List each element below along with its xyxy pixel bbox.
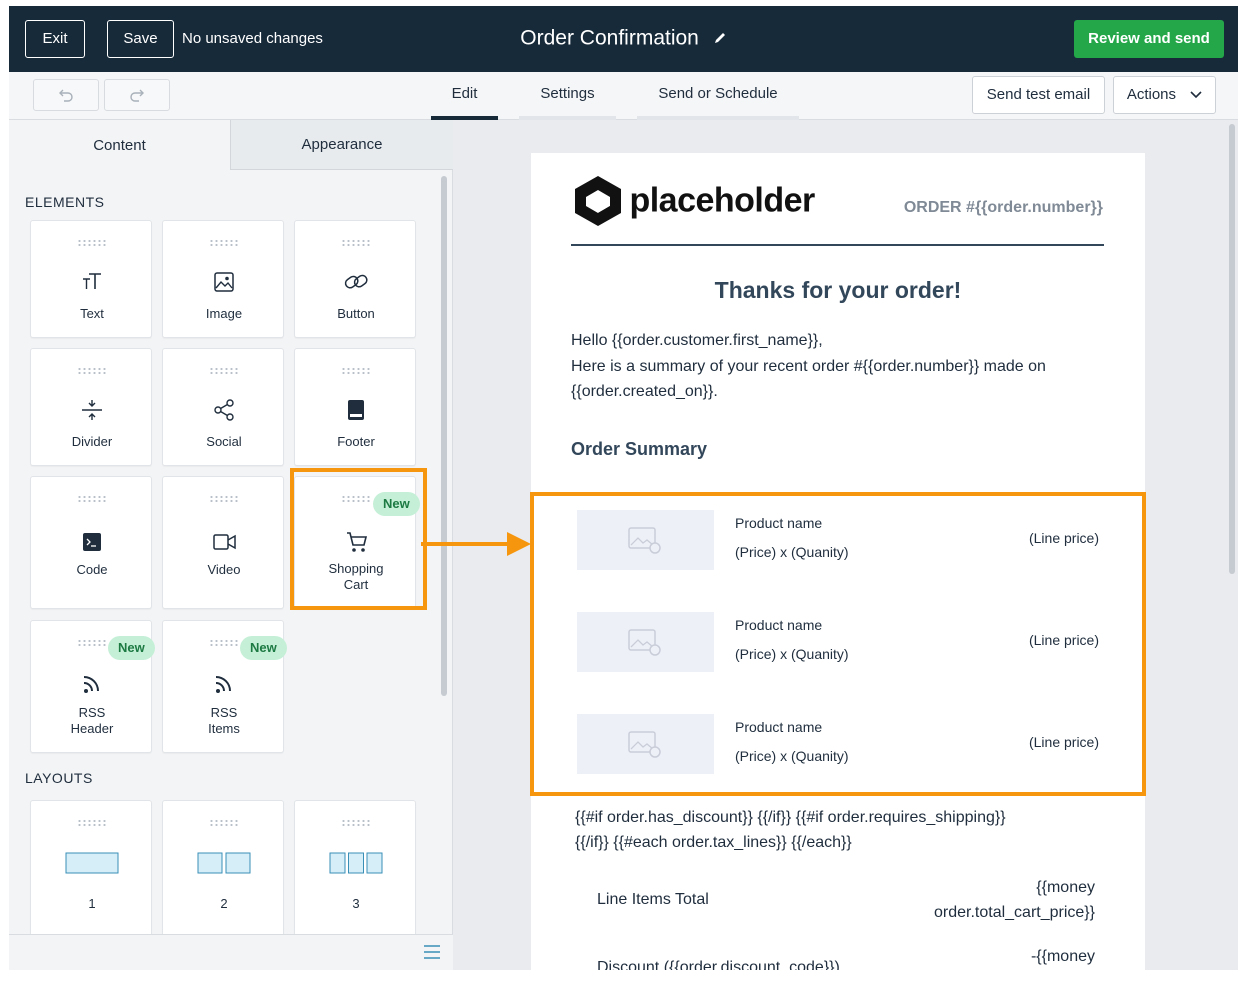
- drag-handle-icon: [77, 367, 107, 375]
- actions-label: Actions: [1126, 86, 1177, 103]
- editor-toolbar: Edit Settings Send or Schedule Send test…: [9, 72, 1238, 120]
- shopping-cart-highlight: [290, 468, 427, 610]
- tab-edit[interactable]: Edit: [431, 72, 498, 120]
- layout-2-columns[interactable]: 2: [162, 800, 284, 940]
- template-logic-text[interactable]: {{#if order.has_discount}} {{/if}} {{#if…: [575, 809, 1006, 827]
- element-social[interactable]: Social: [162, 348, 284, 466]
- order-number: ORDER #{{order.number}}: [903, 199, 1103, 216]
- canvas-scrollbar[interactable]: [1229, 124, 1235, 574]
- email-heading[interactable]: Thanks for your order!: [531, 277, 1145, 304]
- tab-send-or-schedule[interactable]: Send or Schedule: [637, 72, 799, 120]
- drag-handle-icon: [341, 819, 371, 827]
- drag-handle-icon: [77, 819, 107, 827]
- layout-3-columns[interactable]: 3: [294, 800, 416, 940]
- element-label: Divider: [71, 434, 113, 449]
- three-column-icon: [329, 852, 383, 874]
- rss-icon: [215, 676, 231, 693]
- campaign-title: Order Confirmation: [9, 26, 1238, 50]
- new-badge: New: [108, 636, 155, 660]
- link-icon: [344, 274, 368, 289]
- order-summary-heading[interactable]: Order Summary: [571, 439, 707, 460]
- chevron-down-icon: [1190, 91, 1202, 99]
- element-image[interactable]: Image: [162, 220, 284, 338]
- drag-handle-icon: [209, 819, 239, 827]
- cart-items-highlight: [530, 492, 1146, 796]
- discount-label: Discount ({{order.discount_code}}): [597, 959, 840, 970]
- text-icon: [83, 273, 101, 289]
- redo-icon: [130, 89, 144, 102]
- element-label: Footer: [337, 434, 375, 449]
- element-label: Video: [207, 562, 241, 577]
- element-label: Code: [76, 562, 108, 577]
- discount-value: -{{money: [1030, 948, 1095, 965]
- element-label: RSS Header: [70, 705, 114, 736]
- rss-icon: [83, 676, 99, 693]
- panel-scrollbar[interactable]: [441, 176, 447, 696]
- menu-icon[interactable]: [423, 944, 441, 960]
- drag-handle-icon: [209, 639, 239, 647]
- element-button[interactable]: Button: [294, 220, 416, 338]
- undo-icon: [59, 89, 73, 102]
- redo-button[interactable]: [104, 79, 170, 111]
- campaign-title-text[interactable]: Order Confirmation: [520, 26, 699, 49]
- drag-handle-icon: [77, 495, 107, 503]
- drag-handle-icon: [209, 367, 239, 375]
- layout-label: 2: [220, 896, 228, 911]
- layout-1-column[interactable]: 1: [30, 800, 152, 940]
- layout-label: 1: [88, 896, 96, 911]
- review-and-send-button[interactable]: Review and send: [1074, 20, 1224, 58]
- logo-text: placeholder: [629, 181, 815, 220]
- send-test-email-button[interactable]: Send test email: [972, 76, 1105, 114]
- element-label: Text: [80, 306, 104, 321]
- element-footer[interactable]: Footer: [294, 348, 416, 466]
- elements-heading: ELEMENTS: [25, 194, 105, 210]
- drag-handle-icon: [209, 495, 239, 503]
- brand-logo: placeholder: [571, 173, 815, 229]
- line-items-total-value: order.total_cart_price}}: [934, 904, 1095, 921]
- panel-footer: [9, 934, 453, 970]
- actions-dropdown[interactable]: Actions: [1113, 76, 1216, 114]
- new-badge: New: [240, 636, 287, 660]
- tab-appearance[interactable]: Appearance: [230, 120, 453, 170]
- logo-icon: [575, 176, 621, 226]
- greeting-text[interactable]: Hello {{order.customer.first_name}},: [571, 332, 823, 350]
- video-icon: [213, 534, 236, 550]
- footer-icon: [348, 400, 364, 420]
- element-label: Image: [205, 306, 243, 321]
- share-icon: [214, 399, 234, 421]
- element-video[interactable]: Video: [162, 476, 284, 609]
- element-divider[interactable]: Divider: [30, 348, 152, 466]
- pencil-icon[interactable]: [713, 31, 727, 45]
- image-icon: [214, 272, 234, 292]
- element-label: RSS Items: [208, 705, 240, 736]
- top-bar: Exit Save No unsaved changes Order Confi…: [9, 6, 1238, 72]
- email-editor: Exit Save No unsaved changes Order Confi…: [9, 6, 1238, 970]
- element-text[interactable]: Text: [30, 220, 152, 338]
- drag-handle-icon: [77, 239, 107, 247]
- arrow-icon: [421, 532, 531, 556]
- line-items-total-label: Line Items Total: [597, 891, 709, 908]
- line-items-total-value: {{money: [1036, 879, 1095, 896]
- element-code[interactable]: Code: [30, 476, 152, 609]
- one-column-icon: [65, 852, 119, 874]
- layout-label: 3: [352, 896, 360, 911]
- tab-content[interactable]: Content: [9, 120, 230, 170]
- template-logic-text[interactable]: {{/if}} {{#each order.tax_lines}} {{/eac…: [575, 834, 852, 852]
- layouts-heading: LAYOUTS: [25, 770, 93, 786]
- divider-icon: [82, 400, 102, 420]
- element-label: Button: [337, 306, 375, 321]
- drag-handle-icon: [209, 239, 239, 247]
- summary-text[interactable]: {{order.created_on}}.: [571, 383, 718, 401]
- code-icon: [83, 533, 101, 551]
- drag-handle-icon: [341, 239, 371, 247]
- element-label: Social: [206, 434, 242, 449]
- header-divider: [571, 244, 1104, 246]
- two-column-icon: [197, 852, 251, 874]
- summary-text[interactable]: Here is a summary of your recent order #…: [571, 358, 1046, 376]
- drag-handle-icon: [341, 367, 371, 375]
- undo-button[interactable]: [33, 79, 99, 111]
- drag-handle-icon: [77, 639, 107, 647]
- tab-settings[interactable]: Settings: [519, 72, 616, 120]
